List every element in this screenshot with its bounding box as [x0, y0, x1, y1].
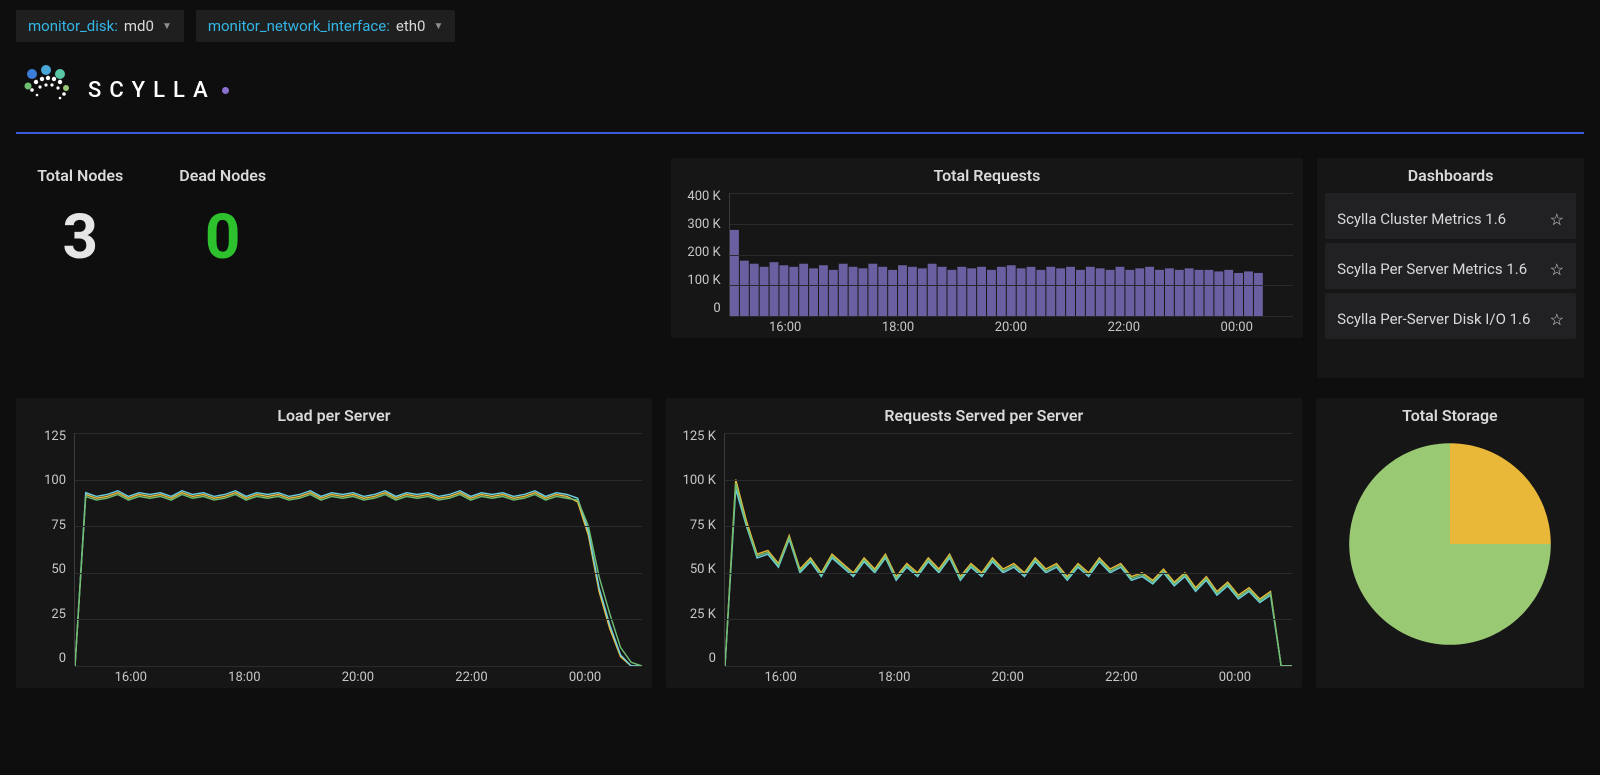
total-nodes-panel: Total Nodes 3	[16, 158, 144, 378]
y-tick: 75	[20, 518, 72, 533]
dashboard-link-text: Scylla Per Server Metrics 1.6	[1337, 260, 1549, 280]
panel-title: Load per Server	[16, 398, 652, 429]
dead-nodes-panel: Dead Nodes 0	[158, 158, 286, 378]
filter-label: monitor_disk:	[28, 17, 118, 35]
panel-title: Total Requests	[671, 158, 1303, 189]
x-tick: 00:00	[569, 670, 601, 685]
dashboard-link[interactable]: Scylla Per-Server Disk I/O 1.6 ☆	[1325, 293, 1576, 339]
y-tick: 200 K	[675, 245, 727, 260]
panel-title: Requests Served per Server	[666, 398, 1302, 429]
logo-dot-icon	[222, 87, 229, 94]
x-tick: 20:00	[342, 670, 374, 685]
load-per-server-panel[interactable]: Load per Server 125 100 75 50 25 0 16:00	[16, 398, 652, 688]
star-icon[interactable]: ☆	[1550, 310, 1564, 329]
panel-title: Total Storage	[1316, 398, 1584, 429]
y-tick: 50 K	[670, 562, 722, 577]
y-axis: 400 K 300 K 200 K 100 K 0	[675, 189, 727, 316]
divider	[16, 132, 1584, 134]
dashboards-panel: Dashboards Scylla Cluster Metrics 1.6 ☆ …	[1317, 158, 1584, 378]
requests-served-panel[interactable]: Requests Served per Server 125 K 100 K 7…	[666, 398, 1302, 688]
y-tick: 0	[670, 651, 722, 666]
x-axis: 16:00 18:00 20:00 22:00 00:00	[729, 320, 1293, 335]
x-tick: 18:00	[882, 320, 914, 335]
chart-body: 125 100 75 50 25 0 16:00 18:00 20:00	[16, 429, 652, 688]
scylla-logo: SCYLLA	[22, 62, 1584, 118]
y-tick: 50	[20, 562, 72, 577]
filter-bar: monitor_disk: md0 ▼ monitor_network_inte…	[16, 10, 1584, 42]
requests-chart	[725, 433, 1292, 666]
y-tick: 100 K	[675, 273, 727, 288]
x-tick: 16:00	[115, 670, 147, 685]
scylla-logo-icon	[22, 62, 78, 118]
y-tick: 400 K	[675, 189, 727, 204]
chevron-down-icon: ▼	[162, 21, 172, 32]
x-tick: 22:00	[1108, 320, 1140, 335]
filter-value: eth0	[396, 17, 426, 35]
filter-monitor-network[interactable]: monitor_network_interface: eth0 ▼	[196, 10, 456, 42]
y-tick: 0	[675, 301, 727, 316]
plot-area	[729, 193, 1293, 316]
logo-text: SCYLLA	[88, 78, 216, 103]
pie-wrap	[1316, 429, 1584, 659]
total-storage-panel[interactable]: Total Storage	[1316, 398, 1584, 688]
x-tick: 18:00	[228, 670, 260, 685]
spacer	[301, 158, 657, 378]
y-tick: 0	[20, 651, 72, 666]
y-axis: 125 100 75 50 25 0	[20, 429, 72, 666]
x-axis: 16:00 18:00 20:00 22:00 00:00	[74, 670, 642, 685]
dashboard-link[interactable]: Scylla Per Server Metrics 1.6 ☆	[1325, 243, 1576, 289]
x-axis: 16:00 18:00 20:00 22:00 00:00	[724, 670, 1292, 685]
x-tick: 20:00	[992, 670, 1024, 685]
chart-body: 125 K 100 K 75 K 50 K 25 K 0 16:00 18:00…	[666, 429, 1302, 688]
dashboard-link[interactable]: Scylla Cluster Metrics 1.6 ☆	[1325, 193, 1576, 239]
star-icon[interactable]: ☆	[1550, 260, 1564, 279]
total-nodes-value: 3	[16, 193, 144, 290]
row-2: Load per Server 125 100 75 50 25 0 16:00	[16, 398, 1584, 688]
y-tick: 75 K	[670, 518, 722, 533]
x-tick: 16:00	[769, 320, 801, 335]
y-tick: 125 K	[670, 429, 722, 444]
total-nodes-label: Total Nodes	[16, 158, 144, 193]
filter-label: monitor_network_interface:	[208, 17, 390, 35]
x-tick: 00:00	[1219, 670, 1251, 685]
y-tick: 300 K	[675, 217, 727, 232]
chevron-down-icon: ▼	[433, 21, 443, 32]
x-tick: 16:00	[764, 670, 796, 685]
filter-monitor-disk[interactable]: monitor_disk: md0 ▼	[16, 10, 184, 42]
x-tick: 22:00	[455, 670, 487, 685]
plot-area	[74, 433, 642, 666]
x-tick: 20:00	[995, 320, 1027, 335]
row-1: Total Nodes 3 Dead Nodes 0 Total Request…	[16, 158, 1584, 378]
y-tick: 25	[20, 607, 72, 622]
dashboard-link-text: Scylla Cluster Metrics 1.6	[1337, 210, 1549, 230]
dashboard-link-text: Scylla Per-Server Disk I/O 1.6	[1337, 310, 1549, 330]
x-tick: 00:00	[1221, 320, 1253, 335]
dead-nodes-value: 0	[158, 193, 286, 290]
x-tick: 22:00	[1105, 670, 1137, 685]
y-tick: 125	[20, 429, 72, 444]
dead-nodes-label: Dead Nodes	[158, 158, 286, 193]
y-tick: 25 K	[670, 607, 722, 622]
load-chart	[75, 433, 642, 666]
logo-row: SCYLLA	[22, 62, 1584, 118]
star-icon[interactable]: ☆	[1550, 210, 1564, 229]
plot-area	[724, 433, 1292, 666]
total-requests-panel[interactable]: Total Requests 400 K 300 K 200 K 100 K 0…	[671, 158, 1303, 338]
storage-pie-chart	[1345, 439, 1555, 649]
x-tick: 18:00	[878, 670, 910, 685]
y-tick: 100 K	[670, 473, 722, 488]
filter-value: md0	[124, 17, 154, 35]
y-axis: 125 K 100 K 75 K 50 K 25 K 0	[670, 429, 722, 666]
chart-body: 400 K 300 K 200 K 100 K 0 16:00 18:00 20…	[671, 189, 1303, 338]
panel-title: Dashboards	[1317, 158, 1584, 189]
y-tick: 100	[20, 473, 72, 488]
